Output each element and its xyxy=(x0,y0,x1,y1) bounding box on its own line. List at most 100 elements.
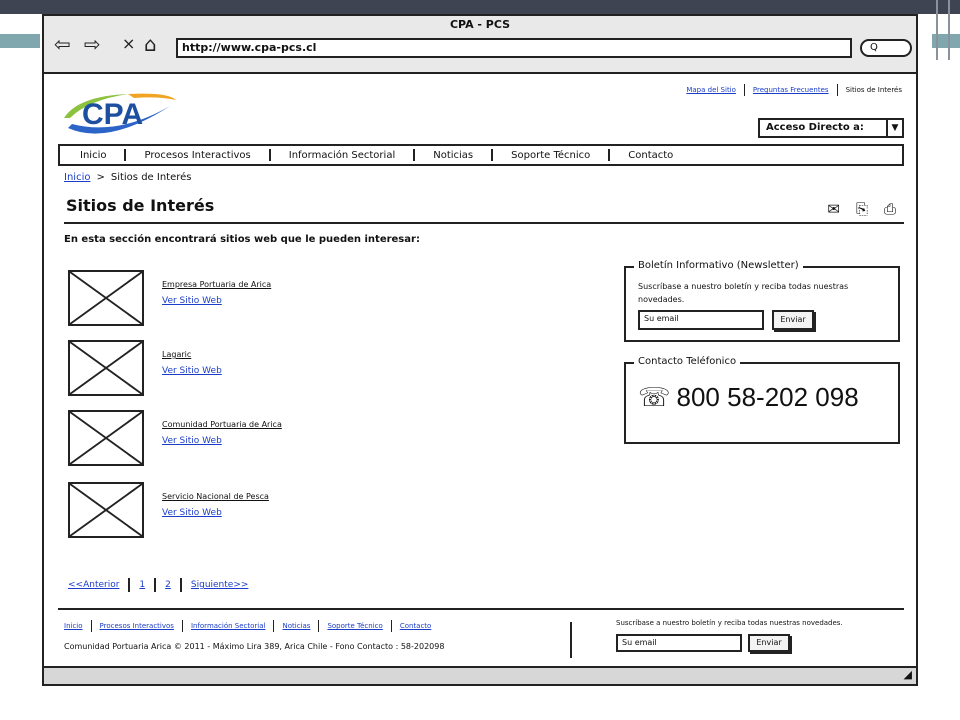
footer-link-soporte[interactable]: Soporte Técnico xyxy=(327,622,382,630)
phone-icon: ☏ xyxy=(638,382,671,412)
back-arrow-icon[interactable]: ⇦ xyxy=(54,34,71,54)
browser-titlebar: CPA - PCS ⇦ ⇨ × ⌂ http://www.cpa-pcs.cl … xyxy=(44,16,916,74)
page-tools: ✉ ⎘ ⎙ xyxy=(827,200,896,218)
divider xyxy=(268,149,271,161)
quick-access-label: Acceso Directo a: xyxy=(766,122,864,133)
newsletter-text: Suscríbase a nuestro boletín y reciba to… xyxy=(638,282,849,304)
newsletter-legend: Boletín Informativo (Newsletter) xyxy=(634,260,803,271)
phone-contact: ☏ 800 58-202 098 xyxy=(638,382,859,413)
pagination-prev[interactable]: <<Anterior xyxy=(68,580,119,590)
browser-statusbar: ◢ xyxy=(44,666,916,684)
logo-text: CPA xyxy=(82,98,144,131)
list-item: Empresa Portuaria de Arica Ver Sitio Web xyxy=(68,270,468,330)
forward-arrow-icon[interactable]: ⇨ xyxy=(84,34,101,54)
cpa-logo[interactable]: CPA xyxy=(58,88,178,144)
divider xyxy=(124,149,127,161)
window-title: CPA - PCS xyxy=(449,18,511,31)
phone-contact-legend: Contacto Teléfonico xyxy=(634,356,741,367)
menu-item-contacto[interactable]: Contacto xyxy=(628,150,673,161)
view-site-link[interactable]: Ver Sitio Web xyxy=(162,436,222,446)
print-icon[interactable]: ⎙ xyxy=(884,200,896,218)
menu-item-informacion[interactable]: Información Sectorial xyxy=(289,150,395,161)
divider xyxy=(743,84,745,96)
decorative-stripe-left xyxy=(0,34,40,48)
view-site-link[interactable]: Ver Sitio Web xyxy=(162,296,222,306)
site-name: Servicio Nacional de Pesca xyxy=(162,492,269,501)
phone-contact-box: Contacto Teléfonico ☏ 800 58-202 098 xyxy=(624,356,900,444)
title-divider xyxy=(64,222,904,224)
divider xyxy=(154,578,157,592)
footer-copyright: Comunidad Portuaria Arica © 2011 - Máxim… xyxy=(64,642,445,651)
search-icon[interactable]: Q xyxy=(860,39,912,57)
footer-links: Inicio Procesos Interactivos Información… xyxy=(64,620,431,632)
breadcrumb: Inicio > Sitios de Interés xyxy=(64,172,191,183)
presentation-top-bar xyxy=(0,0,960,14)
faq-link[interactable]: Preguntas Frecuentes xyxy=(753,86,829,94)
chevron-down-icon[interactable]: ▼ xyxy=(886,120,902,136)
home-icon[interactable]: ⌂ xyxy=(144,34,157,54)
breadcrumb-home[interactable]: Inicio xyxy=(64,172,90,183)
interest-sites-link[interactable]: Sitios de Interés xyxy=(846,86,902,94)
footer-link-contacto[interactable]: Contacto xyxy=(400,622,432,630)
footer-email-input[interactable]: Su email xyxy=(616,634,742,652)
breadcrumb-current: Sitios de Interés xyxy=(110,172,192,183)
divider xyxy=(90,620,92,632)
list-item: Servicio Nacional de Pesca Ver Sitio Web xyxy=(68,482,468,542)
divider xyxy=(608,149,611,161)
divider xyxy=(390,620,392,632)
menu-item-procesos[interactable]: Procesos Interactivos xyxy=(144,150,250,161)
divider xyxy=(181,620,183,632)
phone-number: 800 58-202 098 xyxy=(676,382,859,412)
list-item: Comunidad Portuaria de Arica Ver Sitio W… xyxy=(68,410,468,470)
newsletter-email-input[interactable]: Su email xyxy=(638,310,764,330)
menu-item-noticias[interactable]: Noticias xyxy=(433,150,473,161)
url-input[interactable]: http://www.cpa-pcs.cl xyxy=(176,38,852,58)
pagination: <<Anterior 1 2 Siguiente>> xyxy=(68,578,248,592)
browser-window: CPA - PCS ⇦ ⇨ × ⌂ http://www.cpa-pcs.cl … xyxy=(42,14,918,686)
divider xyxy=(318,620,320,632)
image-placeholder-icon xyxy=(68,410,144,466)
footer-divider xyxy=(58,608,904,610)
divider xyxy=(491,149,494,161)
footer-link-inicio[interactable]: Inicio xyxy=(64,622,83,630)
main-menu: Inicio Procesos Interactivos Información… xyxy=(58,144,904,166)
pdf-icon[interactable]: ⎘ xyxy=(856,200,868,218)
footer-send-button[interactable]: Enviar xyxy=(748,634,790,652)
footer-link-procesos[interactable]: Procesos Interactivos xyxy=(100,622,174,630)
site-name: Lagaric xyxy=(162,350,192,359)
page-title: Sitios de Interés xyxy=(66,196,215,215)
newsletter-send-button[interactable]: Enviar xyxy=(772,310,814,330)
footer-newsletter-text: Suscríbase a nuestro boletín y reciba to… xyxy=(616,619,843,627)
view-site-link[interactable]: Ver Sitio Web xyxy=(162,366,222,376)
site-map-link[interactable]: Mapa del Sitio xyxy=(686,86,736,94)
pagination-next[interactable]: Siguiente>> xyxy=(191,580,249,590)
divider xyxy=(128,578,131,592)
top-links: Mapa del Sitio Preguntas Frecuentes Siti… xyxy=(686,84,902,96)
divider xyxy=(273,620,275,632)
email-icon[interactable]: ✉ xyxy=(827,200,840,218)
menu-item-soporte[interactable]: Soporte Técnico xyxy=(511,150,590,161)
pagination-page-1[interactable]: 1 xyxy=(139,580,145,590)
intro-text: En esta sección encontrará sitios web qu… xyxy=(64,234,420,245)
divider xyxy=(413,149,416,161)
newsletter-box: Boletín Informativo (Newsletter) Suscríb… xyxy=(624,260,900,342)
page-content: CPA Mapa del Sitio Preguntas Frecuentes … xyxy=(44,76,916,666)
menu-item-inicio[interactable]: Inicio xyxy=(80,150,106,161)
site-name: Empresa Portuaria de Arica xyxy=(162,280,272,289)
divider xyxy=(836,84,838,96)
site-name: Comunidad Portuaria de Arica xyxy=(162,420,282,429)
list-item: Lagaric Ver Sitio Web xyxy=(68,340,468,400)
divider xyxy=(179,578,182,592)
view-site-link[interactable]: Ver Sitio Web xyxy=(162,508,222,518)
image-placeholder-icon xyxy=(68,340,144,396)
footer-link-informacion[interactable]: Información Sectorial xyxy=(191,622,266,630)
footer-link-noticias[interactable]: Noticias xyxy=(282,622,310,630)
pagination-page-2[interactable]: 2 xyxy=(165,580,171,590)
image-placeholder-icon xyxy=(68,270,144,326)
close-icon[interactable]: × xyxy=(122,34,135,54)
breadcrumb-separator: > xyxy=(96,172,105,183)
quick-access-select[interactable]: Acceso Directo a: ▼ xyxy=(758,118,904,138)
decorative-lines xyxy=(936,0,950,60)
image-placeholder-icon xyxy=(68,482,144,538)
resize-handle-icon[interactable]: ◢ xyxy=(904,668,912,681)
